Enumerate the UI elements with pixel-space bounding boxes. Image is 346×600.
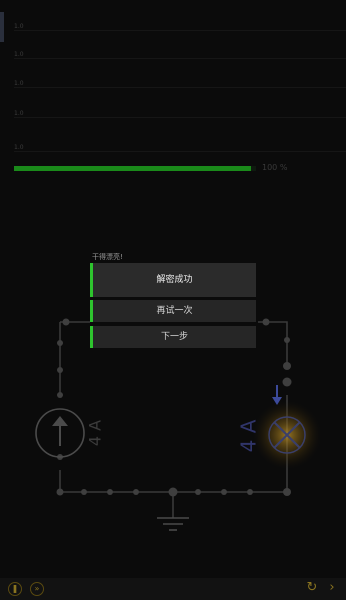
pause-icon[interactable]: ❚: [8, 582, 22, 596]
bottom-toolbar: ❚ » ↻ ›: [0, 578, 346, 600]
next-step-button[interactable]: 下一步: [90, 326, 256, 348]
next-icon[interactable]: ›: [326, 581, 338, 594]
refresh-icon[interactable]: ↻: [306, 581, 318, 594]
retry-button[interactable]: 再试一次: [90, 300, 256, 322]
success-dialog: 干得漂亮! 解密成功 再试一次 下一步: [90, 251, 258, 348]
ground-symbol: [157, 517, 189, 531]
current-source[interactable]: [35, 408, 85, 458]
solved-button[interactable]: 解密成功: [90, 263, 256, 297]
dialog-title: 干得漂亮!: [92, 253, 123, 261]
speed-icon[interactable]: »: [30, 582, 44, 596]
source-label: 4 A: [86, 420, 105, 446]
lamp-current-label: 4 A: [237, 419, 261, 452]
